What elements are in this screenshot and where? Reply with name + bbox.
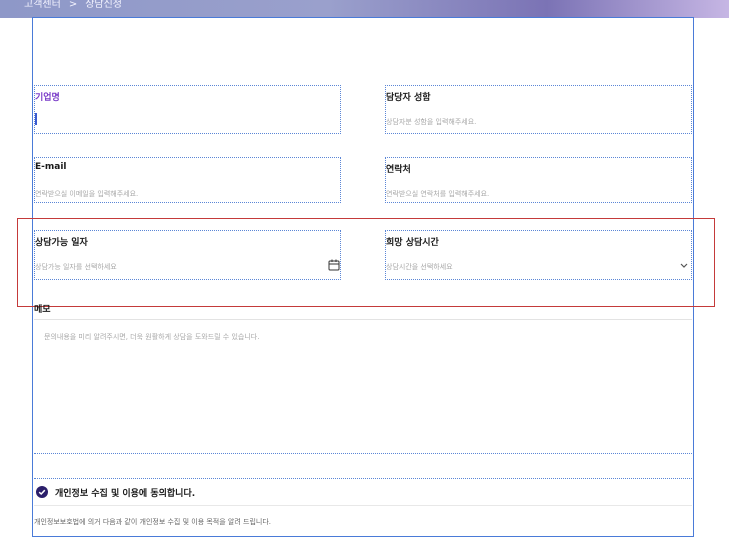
hero-banner: 고객센터 > 상담신청 [0, 0, 729, 18]
email-field[interactable]: E-mail 연락받으실 이메일을 입력해주세요. [34, 157, 341, 203]
manager-label: 담당자 성함 [386, 93, 431, 103]
memo-textarea[interactable]: 문의내용을 미리 알려주시면, 더욱 원활하게 상담을 도와드릴 수 있습니다. [34, 319, 692, 454]
manager-field[interactable]: 담당자 성함 상담자분 성함을 입력해주세요. [385, 85, 692, 134]
phone-label: 연락처 [386, 165, 411, 175]
email-label: E-mail [35, 162, 67, 172]
company-label: 기업명 [35, 93, 60, 103]
breadcrumb-separator: > [68, 0, 78, 10]
company-field[interactable]: 기업명 [34, 85, 341, 134]
phone-field[interactable]: 연락처 연락받으실 연락처를 입력해주세요. [385, 157, 692, 203]
privacy-consent-label[interactable]: 개인정보 수집 및 이용에 동의합니다. [55, 486, 195, 499]
check-circle-icon[interactable] [36, 486, 48, 498]
breadcrumb-home[interactable]: 고객센터 [24, 0, 61, 10]
breadcrumb: 고객센터 > 상담신청 [24, 0, 122, 10]
privacy-consent-row[interactable]: 개인정보 수집 및 이용에 동의합니다. [34, 478, 692, 506]
memo-label: 메모 [34, 305, 51, 315]
highlight-box [17, 218, 715, 307]
privacy-notice-text: 개인정보보호법에 의거 다음과 같이 개인정보 수집 및 이용 목적을 알려 드… [34, 518, 271, 526]
memo-placeholder: 문의내용을 미리 알려주시면, 더욱 원활하게 상담을 도와드릴 수 있습니다. [44, 333, 260, 341]
email-placeholder: 연락받으실 이메일을 입력해주세요. [35, 190, 139, 198]
text-cursor [35, 113, 37, 125]
manager-placeholder: 상담자분 성함을 입력해주세요. [386, 118, 477, 126]
phone-placeholder: 연락받으실 연락처를 입력해주세요. [386, 190, 490, 198]
breadcrumb-current: 상담신청 [85, 0, 123, 10]
